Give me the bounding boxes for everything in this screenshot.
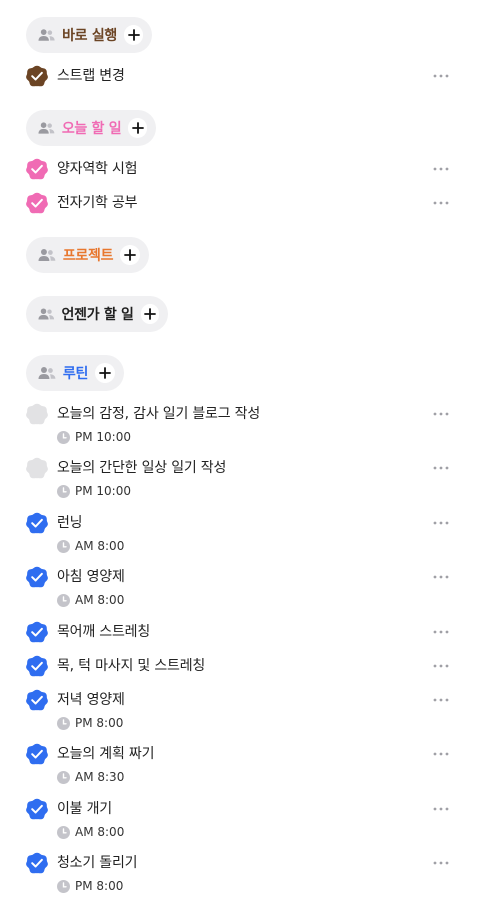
checkbox-unchecked-icon[interactable] bbox=[26, 403, 48, 425]
task-time: PM 8:00 bbox=[57, 716, 123, 730]
checkbox-checked-icon[interactable] bbox=[26, 743, 48, 765]
group-chip-today[interactable]: 오늘 할 일 bbox=[26, 110, 156, 146]
more-options-icon[interactable] bbox=[432, 800, 450, 816]
task-title: 런닝 bbox=[57, 515, 83, 531]
task-title: 오늘의 감정, 감사 일기 블로그 작성 bbox=[57, 406, 261, 422]
more-options-icon[interactable] bbox=[432, 405, 450, 421]
more-options-icon[interactable] bbox=[432, 745, 450, 761]
people-icon bbox=[38, 122, 55, 134]
task-title: 오늘의 간단한 일상 일기 작성 bbox=[57, 460, 227, 476]
add-task-button-project[interactable] bbox=[120, 245, 140, 265]
checkbox-checked-icon[interactable] bbox=[26, 689, 48, 711]
group-chip-routine[interactable]: 루틴 bbox=[26, 355, 124, 391]
more-options-icon[interactable] bbox=[432, 854, 450, 870]
more-options-icon[interactable] bbox=[432, 514, 450, 530]
plus-icon bbox=[127, 29, 140, 41]
task-title: 저녁 영양제 bbox=[57, 692, 125, 708]
clock-icon bbox=[57, 770, 70, 784]
checkbox-checked-icon[interactable] bbox=[26, 621, 48, 643]
checkbox-checked-icon[interactable] bbox=[26, 512, 48, 534]
add-task-button-someday[interactable] bbox=[140, 304, 159, 324]
clock-icon bbox=[57, 825, 70, 839]
checkbox-checked-icon[interactable] bbox=[26, 65, 48, 87]
group-title-routine: 루틴 bbox=[62, 366, 89, 382]
checkbox-unchecked-icon[interactable] bbox=[26, 457, 48, 479]
task-time: AM 8:00 bbox=[57, 825, 124, 839]
more-options-icon[interactable] bbox=[432, 623, 450, 639]
more-options-icon[interactable] bbox=[432, 160, 450, 176]
plus-icon bbox=[143, 308, 156, 320]
group-title-project: 프로젝트 bbox=[62, 248, 114, 264]
more-options-icon[interactable] bbox=[432, 657, 450, 673]
group-chip-someday[interactable]: 언젠가 할 일 bbox=[26, 296, 168, 332]
task-time-label: AM 8:30 bbox=[75, 770, 125, 784]
task-title: 아침 영양제 bbox=[57, 569, 125, 585]
plus-icon bbox=[124, 249, 136, 261]
add-task-button-today[interactable] bbox=[128, 118, 147, 138]
task-title: 청소기 돌리기 bbox=[57, 855, 138, 871]
task-time: PM 8:00 bbox=[57, 879, 123, 893]
checkbox-checked-icon[interactable] bbox=[26, 192, 48, 214]
task-time: AM 8:00 bbox=[57, 593, 124, 607]
more-options-icon[interactable] bbox=[432, 67, 450, 83]
add-task-button-routine[interactable] bbox=[95, 363, 115, 383]
task-title: 목어깨 스트레칭 bbox=[57, 624, 151, 640]
clock-icon bbox=[57, 539, 70, 553]
checkbox-checked-icon[interactable] bbox=[26, 852, 48, 874]
task-time-label: PM 10:00 bbox=[75, 484, 131, 498]
task-time-label: AM 8:00 bbox=[75, 539, 125, 553]
task-title: 이불 개기 bbox=[57, 801, 112, 817]
people-icon bbox=[38, 249, 56, 261]
task-time: PM 10:00 bbox=[57, 484, 131, 498]
task-time-label: PM 8:00 bbox=[75, 879, 124, 893]
task-time-label: AM 8:00 bbox=[75, 593, 125, 607]
more-options-icon[interactable] bbox=[432, 194, 450, 210]
clock-icon bbox=[57, 484, 70, 498]
checkbox-checked-icon[interactable] bbox=[26, 158, 48, 180]
clock-icon bbox=[57, 716, 70, 730]
plus-icon bbox=[131, 122, 144, 134]
people-icon bbox=[38, 367, 56, 379]
more-options-icon[interactable] bbox=[432, 459, 450, 475]
task-time-label: AM 8:00 bbox=[75, 825, 125, 839]
group-title-quick-run: 바로 실행 bbox=[62, 28, 117, 44]
task-time: AM 8:00 bbox=[57, 539, 124, 553]
task-time-label: PM 10:00 bbox=[75, 430, 131, 444]
group-chip-project[interactable]: 프로젝트 bbox=[26, 237, 149, 273]
people-icon bbox=[38, 308, 55, 320]
task-time: AM 8:30 bbox=[57, 770, 124, 784]
task-title: 스트랩 변경 bbox=[57, 68, 125, 84]
people-icon bbox=[38, 29, 55, 41]
checkbox-checked-icon[interactable] bbox=[26, 655, 48, 677]
task-title: 오늘의 계획 짜기 bbox=[57, 746, 155, 762]
task-time: PM 10:00 bbox=[57, 430, 131, 444]
more-options-icon[interactable] bbox=[432, 691, 450, 707]
plus-icon bbox=[99, 367, 111, 379]
checkbox-checked-icon[interactable] bbox=[26, 566, 48, 588]
clock-icon bbox=[57, 879, 70, 893]
group-title-someday: 언젠가 할 일 bbox=[61, 307, 134, 323]
clock-icon bbox=[57, 593, 70, 607]
checkbox-checked-icon[interactable] bbox=[26, 798, 48, 820]
task-title: 목, 턱 마사지 및 스트레칭 bbox=[57, 658, 206, 674]
task-time-label: PM 8:00 bbox=[75, 716, 124, 730]
group-title-today: 오늘 할 일 bbox=[61, 121, 122, 137]
add-task-button-quick-run[interactable] bbox=[124, 25, 143, 45]
clock-icon bbox=[57, 430, 70, 444]
group-chip-quick-run[interactable]: 바로 실행 bbox=[26, 17, 152, 53]
task-title: 양자역학 시험 bbox=[57, 161, 138, 177]
task-title: 전자기학 공부 bbox=[57, 195, 138, 211]
more-options-icon[interactable] bbox=[432, 568, 450, 584]
